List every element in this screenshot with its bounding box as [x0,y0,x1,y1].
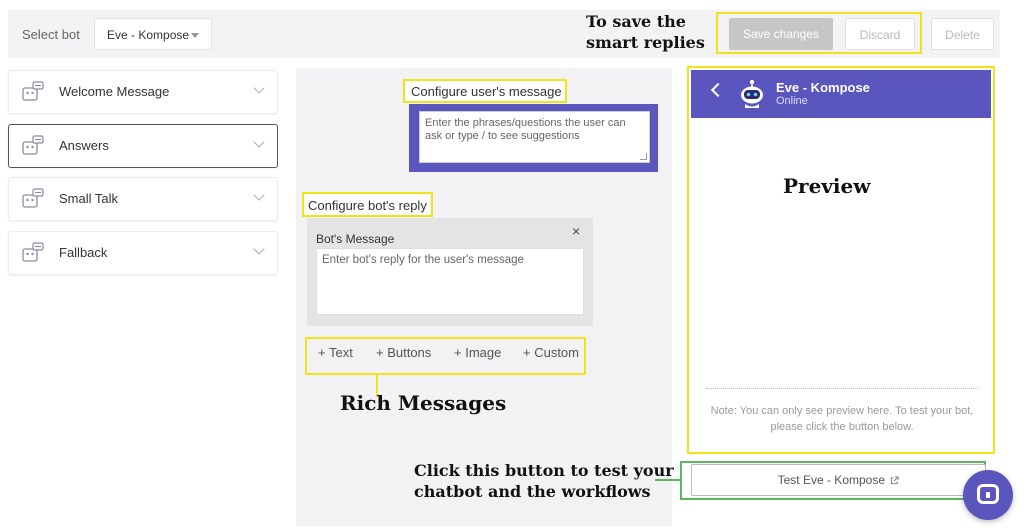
save-annotation: To save the smart replies [586,12,705,52]
save-changes-button[interactable]: Save changes [729,18,833,50]
bot-message-placeholder: Enter bot's reply for the user's message [322,254,524,266]
preview-note: Note: You can only see preview here. To … [710,405,974,433]
sidebar-item-fallback[interactable]: Fallback [8,231,278,275]
sidebar-item-small-talk[interactable]: Small Talk [8,177,278,221]
chevron-down-icon [253,189,265,201]
preview-panel [687,66,995,454]
rich-messages-annotation: Rich Messages [340,391,507,415]
sidebar-item-label: Answers [59,138,109,153]
bot-chat-icon [22,188,44,208]
bot-avatar-icon [741,79,763,108]
caret-down-icon [191,33,199,38]
preview-annotation: Preview [783,174,871,198]
sidebar-item-label: Welcome Message [59,84,170,99]
test-annotation: Click this button to test your chatbot a… [414,461,674,501]
test-connector-line [655,479,681,481]
preview-divider [706,388,978,389]
user-message-label: Configure user's message [403,79,567,103]
add-buttons-button[interactable]: + Buttons [376,345,431,360]
delete-button[interactable]: Delete [931,18,994,50]
select-bot-label: Select bot [22,27,80,42]
add-image-button[interactable]: + Image [454,345,501,360]
add-text-button[interactable]: + Text [318,345,353,360]
resize-handle-icon[interactable] [640,153,647,160]
bot-chat-icon [22,135,44,155]
user-message-placeholder: Enter the phrases/questions the user can… [425,117,626,142]
add-custom-button[interactable]: + Custom [523,345,579,360]
discard-button[interactable]: Discard [845,18,915,50]
bot-select-value: Eve - Kompose [107,28,190,42]
bot-message-input[interactable]: Enter bot's reply for the user's message [316,248,584,315]
user-message-input[interactable]: Enter the phrases/questions the user can… [419,111,650,163]
bot-chat-icon [22,81,44,101]
chat-bubble-icon [977,484,999,504]
bot-message-title: Bot's Message [316,232,395,246]
chat-launcher-button[interactable] [963,470,1013,520]
sidebar-item-label: Small Talk [59,191,119,206]
chevron-down-icon [253,136,265,148]
bot-chat-icon [22,242,44,262]
chevron-down-icon [253,82,265,94]
bot-reply-label: Configure bot's reply [302,192,433,217]
sidebar-item-answers[interactable]: Answers [8,124,278,168]
close-icon[interactable]: × [572,223,580,239]
sidebar-item-label: Fallback [59,245,108,260]
preview-bot-name: Eve - Kompose [776,80,870,95]
bot-select-dropdown[interactable]: Eve - Kompose [94,18,212,50]
test-bot-button[interactable]: Test Eve - Kompose [691,464,986,496]
test-bot-button-label: Test Eve - Kompose [777,473,886,487]
chevron-down-icon [253,243,265,255]
sidebar-item-welcome-message[interactable]: Welcome Message [8,70,278,114]
preview-bot-status: Online [776,95,808,107]
external-link-icon [891,476,899,485]
